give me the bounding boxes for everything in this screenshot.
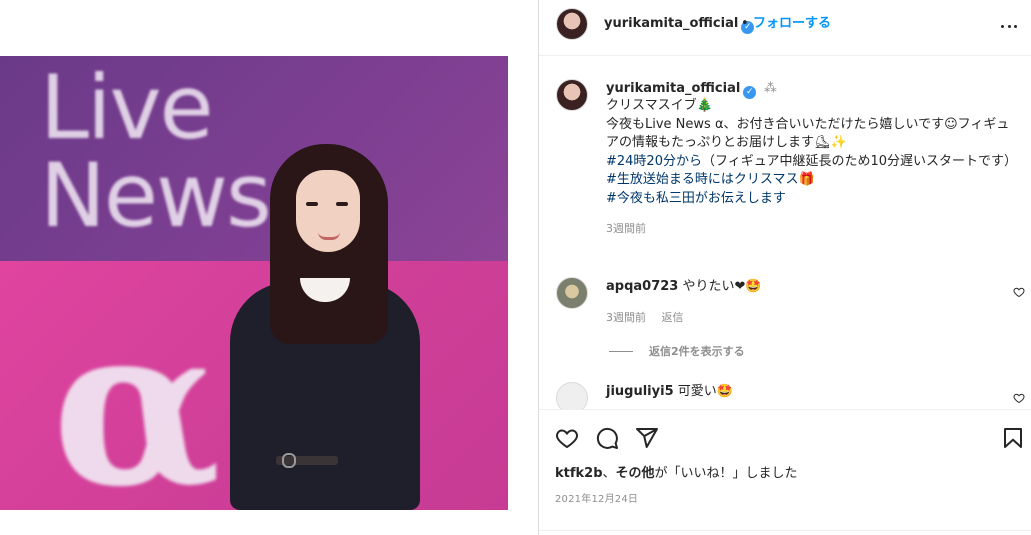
post-header: yurikamita_official ✓ • フォローする (539, 0, 1031, 56)
follow-button[interactable]: フォローする (753, 15, 831, 33)
likes-suffix: が「いいね！」しました (654, 466, 798, 481)
comment-row: jiuguliyi5 可愛い🤩 (606, 383, 733, 400)
comment-meta: 3週間前 返信 (606, 309, 684, 325)
likes-separator: 、 (602, 466, 616, 481)
post-photo[interactable]: Live News α (0, 56, 508, 510)
photo-backdrop-alpha: α (52, 276, 222, 511)
comment-username[interactable]: apqa0723 (606, 279, 678, 294)
caption-line: クリスマスイブ🎄 (606, 98, 713, 113)
comment-heart-icon[interactable] (1013, 286, 1025, 298)
more-icon[interactable] (1001, 18, 1017, 34)
post-side-panel: yurikamita_official ✓ • フォローする yurikamita… (539, 0, 1031, 535)
comments-section[interactable]: yurikamita_official ✓ ⁂ クリスマスイブ🎄 今夜もLive … (539, 57, 1031, 409)
hashtag-link[interactable]: #生放送始まる時にはクリスマス🎁 (606, 171, 1020, 190)
view-replies-label: 返信2件を表示する (649, 345, 745, 358)
post-date[interactable]: 2021年12月24日 (555, 490, 638, 505)
author-username: yurikamita_official (604, 16, 739, 31)
author-avatar[interactable] (556, 8, 588, 40)
commenter-avatar[interactable] (556, 382, 588, 409)
likes-others[interactable]: その他 (616, 466, 655, 481)
comment-text: やりたい❤🤩 (682, 279, 762, 294)
media-column: Live News α (0, 0, 539, 535)
bookmark-icon[interactable] (1001, 426, 1025, 450)
person-eye-left (306, 202, 318, 206)
caption-extra-mark: ⁂ (763, 81, 777, 96)
header-separator: • (741, 16, 749, 31)
author-name-link[interactable]: yurikamita_official ✓ (604, 15, 755, 34)
reply-button[interactable]: 返信 (662, 311, 684, 324)
likes-summary[interactable]: ktfk2b、その他が「いいね！」しました (555, 465, 798, 483)
comment-icon[interactable] (595, 426, 619, 450)
comment-time[interactable]: 3週間前 (606, 311, 646, 324)
heart-icon[interactable] (555, 426, 579, 450)
person-belt-buckle (282, 453, 296, 468)
person-eye-right (336, 202, 348, 206)
comment-username[interactable]: jiuguliyi5 (606, 384, 674, 399)
add-comment-divider (539, 530, 1031, 531)
hashtag-link[interactable]: #24時20分から (606, 154, 702, 169)
hashtag-link[interactable]: #今夜も私三田がお伝えします (606, 190, 1020, 209)
caption-line-text: （フィギュア中継延長のため10分遅いスタートです） (701, 153, 1018, 169)
caption-time[interactable]: 3週間前 (606, 220, 1020, 239)
caption-text: クリスマスイブ🎄 今夜もLive News α、お付き合いいただけたら嬉しいです… (606, 97, 1020, 239)
photo-backdrop-line1: Live (40, 56, 214, 159)
view-replies-line (609, 350, 633, 352)
caption-username: yurikamita_official (606, 81, 741, 96)
view-replies-button[interactable]: 返信2件を表示する (609, 343, 745, 359)
liker-username[interactable]: ktfk2b (555, 466, 603, 481)
comment-text: 可愛い🤩 (677, 384, 733, 399)
caption-line: #24時20分から（フィギュア中継延長のため10分遅いスタートです） (606, 153, 1020, 172)
post-actions: ktfk2b、その他が「いいね！」しました 2021年12月24日 (539, 409, 1031, 535)
caption-line: 今夜もLive News α、お付き合いいただけたら嬉しいです☺︎フィギュアの情… (606, 116, 1010, 151)
caption-avatar[interactable] (556, 79, 588, 111)
comment-heart-icon[interactable] (1013, 392, 1025, 404)
share-icon[interactable] (635, 426, 659, 450)
photo-person (230, 144, 420, 510)
comment-row: apqa0723 やりたい❤🤩 (606, 278, 762, 295)
commenter-avatar[interactable] (556, 277, 588, 309)
